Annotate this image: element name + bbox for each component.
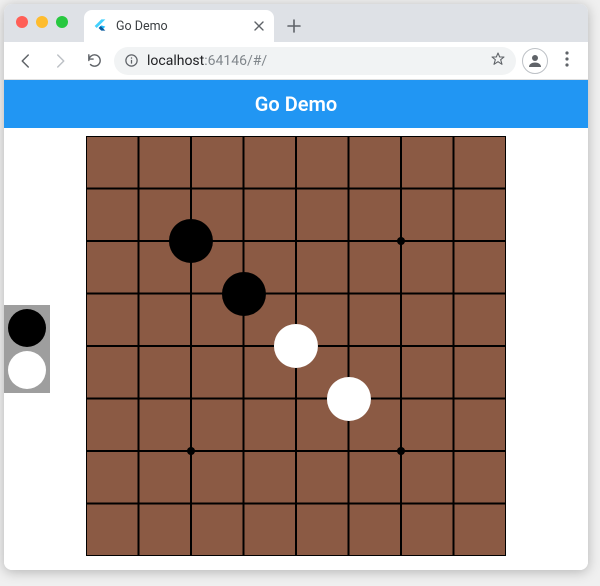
palette-black-stone[interactable]	[8, 309, 46, 347]
browser-window: Go Demo localhost:64146/#/	[4, 4, 588, 570]
browser-toolbar: localhost:64146/#/	[4, 42, 588, 80]
url-path: :64146/#/	[204, 53, 267, 69]
app-title: Go Demo	[255, 92, 337, 116]
close-tab-icon[interactable]	[252, 19, 266, 33]
profile-avatar-icon[interactable]	[522, 48, 548, 74]
new-tab-button[interactable]	[280, 12, 308, 40]
flutter-favicon-icon	[92, 18, 108, 34]
tab-strip: Go Demo	[4, 4, 588, 42]
game-area	[4, 128, 588, 570]
maximize-window-icon[interactable]	[56, 16, 68, 28]
board-container	[86, 136, 506, 562]
forward-button[interactable]	[46, 47, 74, 75]
back-button[interactable]	[12, 47, 40, 75]
reload-button[interactable]	[80, 47, 108, 75]
url-text: localhost:64146/#/	[147, 53, 482, 69]
go-board[interactable]	[86, 136, 506, 556]
minimize-window-icon[interactable]	[36, 16, 48, 28]
browser-tab[interactable]: Go Demo	[84, 10, 274, 42]
stone-palette	[4, 305, 50, 393]
browser-menu-icon[interactable]	[554, 51, 580, 71]
black-stone[interactable]	[169, 219, 213, 263]
tab-title: Go Demo	[116, 19, 244, 34]
close-window-icon[interactable]	[16, 16, 28, 28]
address-bar[interactable]: localhost:64146/#/	[114, 47, 516, 75]
app-bar: Go Demo	[4, 80, 588, 128]
palette-white-stone[interactable]	[8, 351, 46, 389]
bookmark-star-icon[interactable]	[490, 51, 506, 71]
site-info-icon[interactable]	[124, 53, 139, 68]
page-content: Go Demo	[4, 80, 588, 570]
window-controls	[16, 16, 68, 28]
white-stone[interactable]	[326, 376, 370, 420]
black-stone[interactable]	[221, 271, 265, 315]
url-host: localhost	[147, 53, 204, 69]
white-stone[interactable]	[274, 324, 318, 368]
